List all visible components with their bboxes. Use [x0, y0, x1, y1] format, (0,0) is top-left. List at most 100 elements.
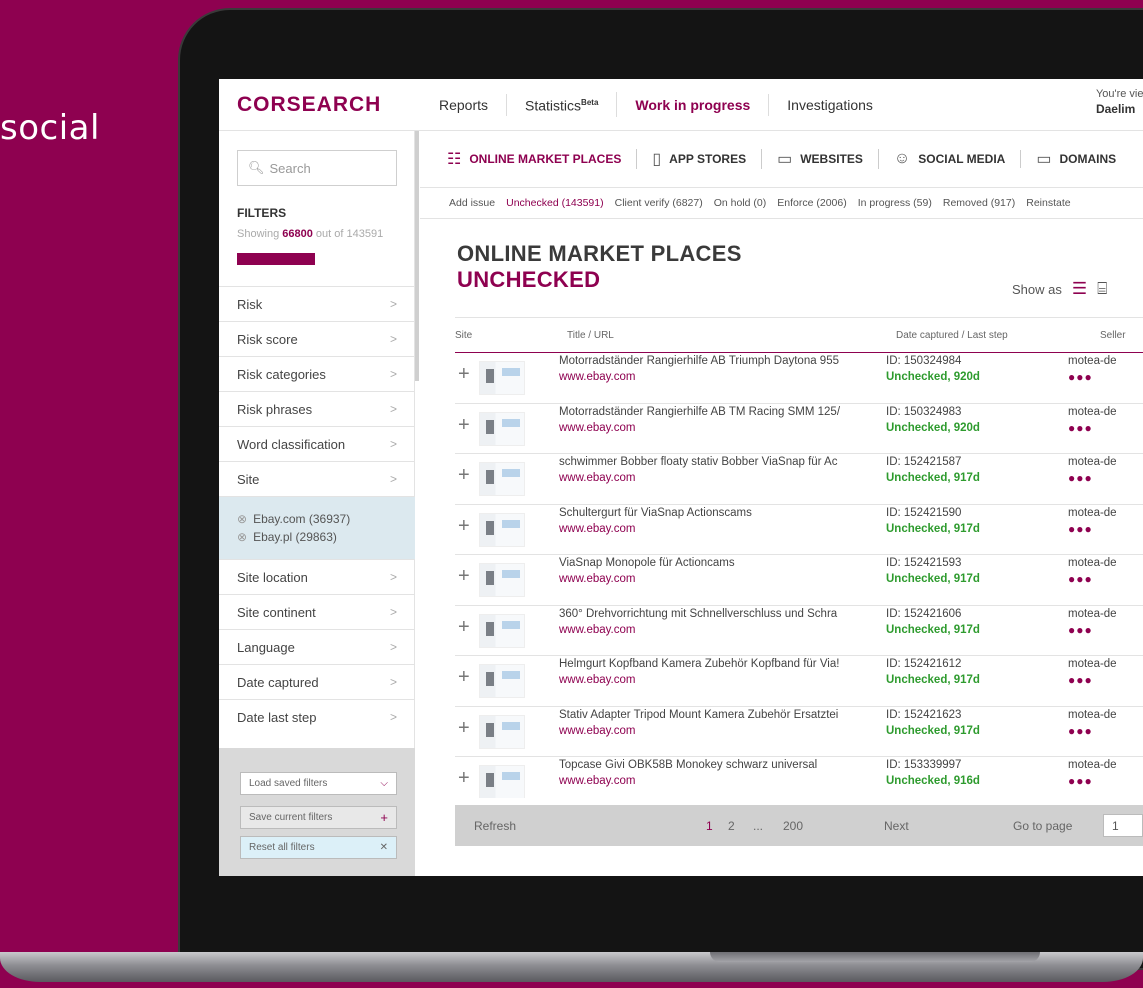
expand-icon[interactable]: +: [458, 767, 470, 790]
listing-title[interactable]: Topcase Givi OBK58B Monokey schwarz univ…: [559, 759, 874, 771]
expand-icon[interactable]: +: [458, 666, 470, 689]
table-row[interactable]: + Topcase Givi OBK58B Monokey schwarz uni…: [455, 757, 1143, 798]
product-thumbnail[interactable]: [479, 361, 525, 395]
selected-filter-chip[interactable]: ⊗ Ebay.pl (29863): [237, 528, 397, 546]
table-row[interactable]: + ViaSnap Monopole für Actioncams www.ebay…: [455, 555, 1143, 606]
page-200[interactable]: 200: [783, 819, 803, 833]
expand-icon[interactable]: +: [458, 717, 470, 740]
seller-name[interactable]: motea-de: [1068, 456, 1117, 468]
listing-url[interactable]: www.ebay.com: [559, 573, 635, 585]
tab-removed[interactable]: Removed (917): [943, 197, 1015, 209]
listing-title[interactable]: Helmgurt Kopfband Kamera Zubehör Kopfban…: [559, 658, 874, 670]
nav-statistics[interactable]: StatisticsBeta: [507, 92, 618, 117]
col-seller[interactable]: Seller: [1100, 330, 1126, 341]
page-2[interactable]: 2: [728, 819, 735, 833]
filter-risk[interactable]: Risk >: [219, 286, 415, 321]
product-thumbnail[interactable]: [479, 664, 525, 698]
filter-site[interactable]: Site >: [219, 461, 415, 496]
product-thumbnail[interactable]: [479, 462, 525, 496]
listing-url[interactable]: www.ebay.com: [559, 674, 635, 686]
reset-filters-button[interactable]: Reset all filters ✕: [240, 836, 397, 859]
filter-risk-score[interactable]: Risk score >: [219, 321, 415, 356]
listing-title[interactable]: Stativ Adapter Tripod Mount Kamera Zubeh…: [559, 709, 874, 721]
listing-title[interactable]: ViaSnap Monopole für Actioncams: [559, 557, 874, 569]
tab-online-market-places[interactable]: ☷ ONLINE MARKET PLACES: [447, 149, 638, 169]
listing-url[interactable]: www.ebay.com: [559, 775, 635, 787]
table-row[interactable]: + Motorradständer Rangierhilfe AB TM Raci…: [455, 404, 1143, 454]
seller-name[interactable]: motea-de: [1068, 709, 1117, 721]
product-thumbnail[interactable]: [479, 411, 525, 446]
filter-risk-phrases[interactable]: Risk phrases >: [219, 391, 415, 426]
seller-name[interactable]: motea-de: [1068, 406, 1117, 418]
listing-title[interactable]: Motorradständer Rangierhilfe AB TM Racin…: [559, 406, 874, 418]
filter-site-continent[interactable]: Site continent >: [219, 594, 415, 629]
filter-word-classification[interactable]: Word classification >: [219, 426, 415, 461]
tab-client-verify[interactable]: Client verify (6827): [615, 197, 703, 209]
product-thumbnail[interactable]: [479, 613, 525, 648]
listing-title[interactable]: 360° Drehvorrichtung mit Schnellverschlu…: [559, 608, 874, 620]
nav-reports[interactable]: Reports: [421, 93, 508, 116]
tab-in-progress[interactable]: In progress (59): [858, 197, 932, 209]
table-row[interactable]: +360° Drehvorrichtung mit Schnellverschl…: [455, 606, 1143, 656]
seller-name[interactable]: motea-de: [1068, 608, 1117, 620]
search-input[interactable]: 🔍︎ Search: [237, 150, 397, 186]
product-thumbnail[interactable]: [479, 714, 525, 749]
page-1[interactable]: 1: [706, 819, 713, 833]
table-row[interactable]: + Schultergurt für ViaSnap Actionscams www…: [455, 505, 1143, 555]
list-view-icon[interactable]: ☰: [1072, 279, 1087, 299]
col-title-url[interactable]: Title / URL: [567, 330, 614, 341]
listing-url[interactable]: www.ebay.com: [559, 523, 635, 535]
go-to-page-input[interactable]: 1: [1103, 814, 1143, 837]
filter-language[interactable]: Language >: [219, 629, 415, 664]
nav-work-in-progress[interactable]: Work in progress: [617, 93, 770, 116]
seller-name[interactable]: motea-de: [1068, 507, 1117, 519]
expand-icon[interactable]: +: [458, 616, 470, 639]
listing-url[interactable]: www.ebay.com: [559, 624, 635, 636]
expand-icon[interactable]: +: [458, 414, 470, 437]
seller-name[interactable]: motea-de: [1068, 759, 1117, 771]
seller-name[interactable]: motea-de: [1068, 355, 1117, 367]
load-saved-filters-select[interactable]: Load saved filters ⌵: [240, 772, 397, 795]
table-row[interactable]: + Helmgurt Kopfband Kamera Zubehör Kopfba…: [455, 656, 1143, 707]
product-thumbnail[interactable]: [479, 765, 525, 798]
sidebar-scrollbar[interactable]: [415, 131, 419, 381]
tab-domains[interactable]: ▭ DOMAINS: [1021, 149, 1131, 169]
save-filters-button[interactable]: Save current filters +: [240, 806, 397, 829]
seller-name[interactable]: motea-de: [1068, 557, 1117, 569]
user-info[interactable]: You're viev Daelim: [1096, 87, 1143, 118]
card-view-icon[interactable]: ⌸: [1097, 279, 1107, 299]
filter-site-location[interactable]: Site location >: [219, 559, 415, 594]
tab-social-media[interactable]: ☺ SOCIAL MEDIA: [879, 150, 1022, 168]
refresh-button[interactable]: Refresh: [474, 819, 516, 833]
listing-title[interactable]: Schultergurt für ViaSnap Actionscams: [559, 507, 874, 519]
product-thumbnail[interactable]: [479, 563, 525, 597]
listing-url[interactable]: www.ebay.com: [559, 725, 635, 737]
listing-url[interactable]: www.ebay.com: [559, 371, 635, 383]
tab-add-issue[interactable]: Add issue: [449, 197, 495, 209]
tab-reinstate[interactable]: Reinstate: [1026, 197, 1070, 209]
product-thumbnail[interactable]: [479, 512, 525, 547]
remove-icon[interactable]: ⊗: [237, 530, 247, 544]
selected-filter-chip[interactable]: ⊗ Ebay.com (36937): [237, 510, 397, 528]
expand-icon[interactable]: +: [458, 565, 470, 588]
table-row[interactable]: + Stativ Adapter Tripod Mount Kamera Zube…: [455, 707, 1143, 757]
listing-url[interactable]: www.ebay.com: [559, 472, 635, 484]
listing-title[interactable]: Motorradständer Rangierhilfe AB Triumph …: [559, 355, 874, 367]
next-button[interactable]: Next: [884, 819, 909, 833]
table-row[interactable]: + schwimmer Bobber floaty stativ Bobber V…: [455, 454, 1143, 505]
col-date[interactable]: Date captured / Last step: [896, 330, 1008, 341]
nav-investigations[interactable]: Investigations: [769, 94, 891, 116]
listing-url[interactable]: www.ebay.com: [559, 422, 635, 434]
expand-icon[interactable]: +: [458, 363, 470, 386]
tab-on-hold[interactable]: On hold (0): [714, 197, 767, 209]
table-row[interactable]: + Motorradständer Rangierhilfe AB Triumph…: [455, 353, 1143, 404]
tab-app-stores[interactable]: ▯ APP STORES: [637, 149, 763, 169]
filter-date-captured[interactable]: Date captured >: [219, 664, 415, 699]
filter-risk-categories[interactable]: Risk categories >: [219, 356, 415, 391]
expand-icon[interactable]: +: [458, 464, 470, 487]
remove-icon[interactable]: ⊗: [237, 512, 247, 526]
tab-enforce[interactable]: Enforce (2006): [777, 197, 846, 209]
seller-name[interactable]: motea-de: [1068, 658, 1117, 670]
col-site[interactable]: Site: [455, 330, 472, 341]
listing-title[interactable]: schwimmer Bobber floaty stativ Bobber Vi…: [559, 456, 874, 468]
